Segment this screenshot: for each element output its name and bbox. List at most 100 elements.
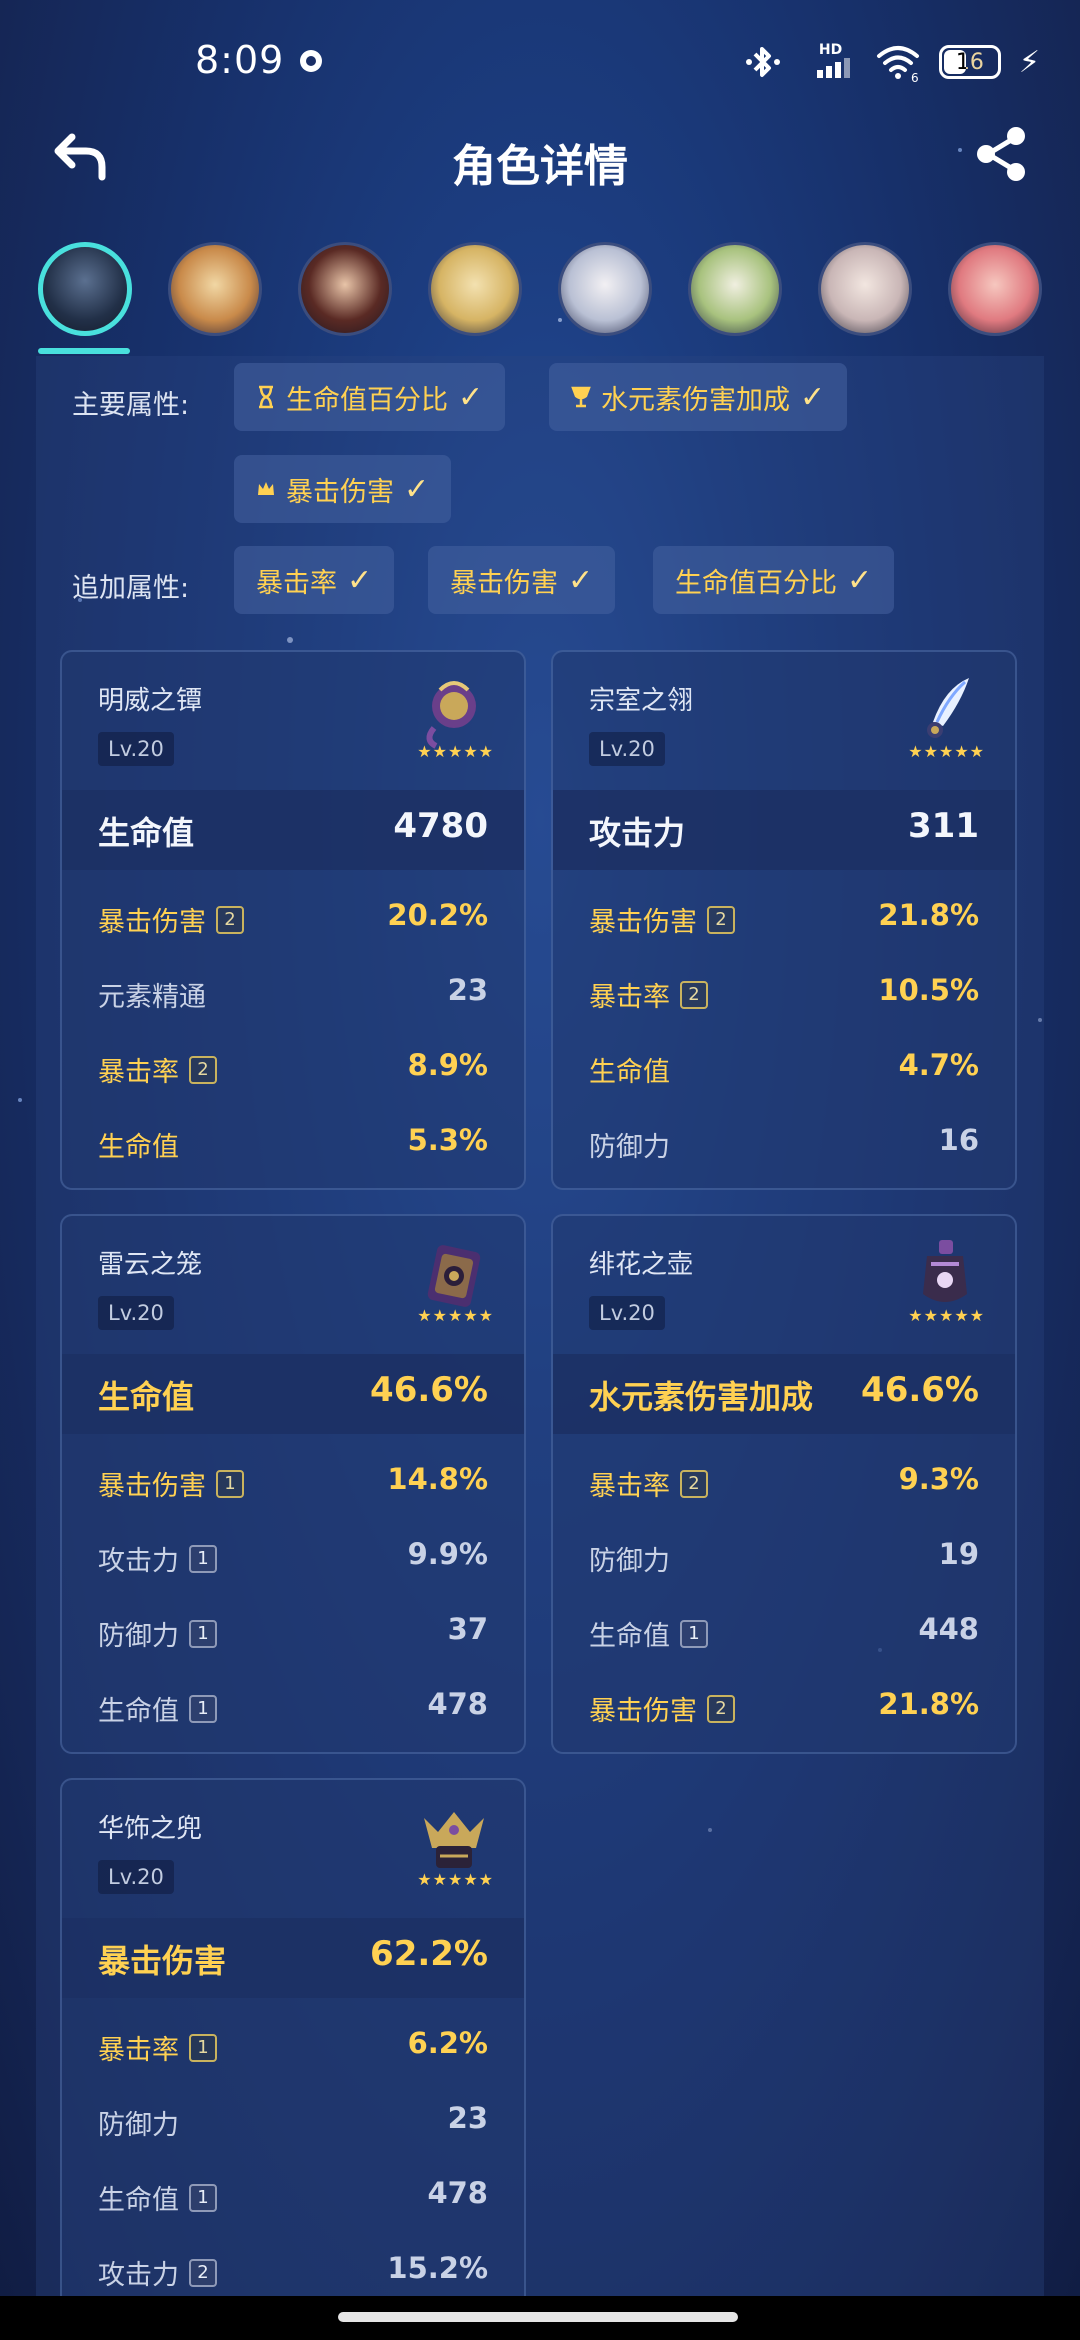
- substat-row: 防御力 23: [62, 2081, 524, 2155]
- main-attr-chip[interactable]: 生命值百分比 ✓: [234, 363, 506, 431]
- roll-count-badge: 2: [189, 2258, 217, 2287]
- substat-value: 20.2%: [387, 898, 488, 932]
- substat-label-group: 攻击力 1: [98, 1539, 217, 1578]
- character-avatar[interactable]: [168, 242, 262, 336]
- substat-label: 攻击力: [98, 2260, 179, 2291]
- crown-icon: [258, 482, 274, 495]
- substat-label: 攻击力: [98, 1546, 179, 1577]
- substat-label-group: 防御力: [98, 2103, 179, 2142]
- character-avatar[interactable]: [948, 242, 1042, 336]
- substat-row: 防御力 1 37: [62, 1592, 524, 1666]
- character-avatar[interactable]: [558, 242, 652, 336]
- substat-value: 448: [918, 1612, 979, 1646]
- character-avatar-selected[interactable]: [38, 242, 132, 336]
- main-stat-label: 水元素伤害加成: [589, 1378, 814, 1416]
- character-avatar[interactable]: [818, 242, 912, 336]
- substat-label: 暴击伤害: [589, 1696, 697, 1727]
- battery-icon: 16: [938, 45, 1001, 79]
- main-stat-row: 生命值 46.6%: [62, 1354, 524, 1434]
- substat-value: 10.5%: [878, 973, 979, 1007]
- substat-label: 生命值: [589, 1057, 670, 1088]
- home-indicator[interactable]: [0, 2296, 1080, 2340]
- substat-value: 478: [427, 2176, 488, 2210]
- substat-label: 暴击伤害: [98, 1471, 206, 1502]
- artifact-card[interactable]: 明威之镡 Lv.20 ★★★★★ 生命值 4780 暴击伤害 2 20.2% 元素精通 23 暴击率…: [60, 650, 526, 1190]
- main-stat-label: 生命值: [98, 814, 195, 852]
- plume-artifact-icon: [927, 678, 969, 738]
- roll-count-badge: 1: [216, 1469, 244, 1498]
- page-title: 角色详情: [452, 141, 628, 192]
- extra-attr-chip[interactable]: 生命值百分比 ✓: [653, 546, 895, 614]
- substat-value: 9.9%: [407, 1537, 488, 1571]
- substat-label-group: 生命值: [589, 1050, 670, 1089]
- substat-label: 防御力: [589, 1132, 670, 1163]
- share-icon[interactable]: [972, 125, 1030, 183]
- main-stat-value: 4780: [393, 806, 488, 846]
- character-avatar[interactable]: [688, 242, 782, 336]
- substat-row: 攻击力 1 9.9%: [62, 1517, 524, 1591]
- substat-label-group: 暴击率 2: [98, 1050, 217, 1089]
- status-bar: 8:09 HD 6 16 ⚡: [0, 0, 1080, 120]
- svg-text:6: 6: [911, 71, 919, 82]
- detail-panel: 主要属性: 生命值百分比 ✓ 水元素伤害加成 ✓ 暴击伤害 ✓ 追加属性: 暴击率 ✓ …: [36, 356, 1044, 2318]
- substat-label: 生命值: [98, 1696, 179, 1727]
- wifi-icon: 6: [876, 46, 919, 82]
- substat-row: 暴击率 2 8.9%: [62, 1028, 524, 1102]
- artifact-level: Lv.20: [98, 1296, 174, 1330]
- substat-label: 防御力: [98, 2110, 179, 2141]
- substat-label-group: 防御力: [589, 1539, 670, 1578]
- charging-icon: ⚡: [1018, 44, 1040, 80]
- substat-row: 暴击伤害 1 14.8%: [62, 1442, 524, 1516]
- roll-count-badge: 1: [189, 1619, 217, 1648]
- character-avatar[interactable]: [298, 242, 392, 336]
- main-attr-chip[interactable]: 暴击伤害 ✓: [234, 455, 452, 523]
- roll-count-badge: 1: [189, 1544, 217, 1573]
- substat-row: 生命值 5.3%: [62, 1103, 524, 1177]
- substat-label: 暴击伤害: [589, 907, 697, 938]
- substat-label: 生命值: [98, 1132, 179, 1163]
- header: 角色详情: [0, 110, 1080, 200]
- substat-label: 暴击率: [98, 1057, 179, 1088]
- substat-label-group: 元素精通: [98, 975, 206, 1014]
- flower-artifact-icon: [426, 681, 476, 749]
- roll-count-badge: 2: [680, 980, 708, 1009]
- substat-label-group: 暴击伤害 2: [98, 900, 244, 939]
- substat-label: 生命值: [98, 2185, 179, 2216]
- main-attrs-label: 主要属性:: [72, 390, 190, 421]
- substat-row: 生命值 1 478: [62, 2156, 524, 2230]
- artifact-card[interactable]: 宗室之翎 Lv.20 ★★★★★ 攻击力 311 暴击伤害 2 21.8% 暴击率 2 10.5% 生…: [551, 650, 1017, 1190]
- artifact-card[interactable]: 绯花之壶 Lv.20 ★★★★★ 水元素伤害加成 46.6% 暴击率 2 9.3% 防御力 19 生…: [551, 1214, 1017, 1754]
- artifact-level: Lv.20: [589, 1296, 665, 1330]
- substat-label-group: 生命值: [98, 1125, 179, 1164]
- artifact-card[interactable]: 雷云之笼 Lv.20 ★★★★★ 生命值 46.6% 暴击伤害 1 14.8% 攻击力 1 9.9%…: [60, 1214, 526, 1754]
- main-attr-chip[interactable]: 水元素伤害加成 ✓: [549, 363, 848, 431]
- substat-label-group: 生命值 1: [589, 1614, 708, 1653]
- substat-label-group: 攻击力 2: [98, 2253, 217, 2292]
- substat-label: 暴击伤害: [98, 907, 206, 938]
- sands-artifact-icon: [427, 1245, 481, 1307]
- notification-icon: [300, 50, 322, 72]
- substat-label: 防御力: [98, 1621, 179, 1652]
- substat-row: 生命值 1 448: [553, 1592, 1015, 1666]
- substat-row: 暴击率 1 6.2%: [62, 2006, 524, 2080]
- artifact-level: Lv.20: [98, 732, 174, 766]
- artifact-level: Lv.20: [589, 732, 665, 766]
- main-stat-label: 暴击伤害: [98, 1942, 227, 1980]
- substat-row: 生命值 4.7%: [553, 1028, 1015, 1102]
- character-avatar[interactable]: [428, 242, 522, 336]
- substat-row: 防御力 19: [553, 1517, 1015, 1591]
- main-stat-row: 攻击力 311: [553, 790, 1015, 870]
- extra-attr-chip[interactable]: 暴击伤害 ✓: [428, 546, 616, 614]
- substat-value: 23: [447, 973, 488, 1007]
- artifact-card[interactable]: 华饰之兜 Lv.20 ★★★★★ 暴击伤害 62.2% 暴击率 1 6.2% 防御力 23 生命值 1…: [60, 1778, 526, 2318]
- substat-value: 6.2%: [407, 2026, 488, 2060]
- roll-count-badge: 2: [707, 1694, 735, 1723]
- artifact-name: 宗室之翎: [589, 686, 694, 716]
- artifact-name: 明威之镡: [98, 686, 203, 716]
- extra-attr-chip[interactable]: 暴击率 ✓: [234, 546, 395, 614]
- substat-label-group: 暴击伤害 1: [98, 1464, 244, 1503]
- substat-row: 攻击力 2 15.2%: [62, 2231, 524, 2305]
- substat-row: 生命值 1 478: [62, 1667, 524, 1741]
- main-stat-value: 62.2%: [370, 1934, 488, 1974]
- rarity-stars: ★★★★★: [417, 1306, 494, 1325]
